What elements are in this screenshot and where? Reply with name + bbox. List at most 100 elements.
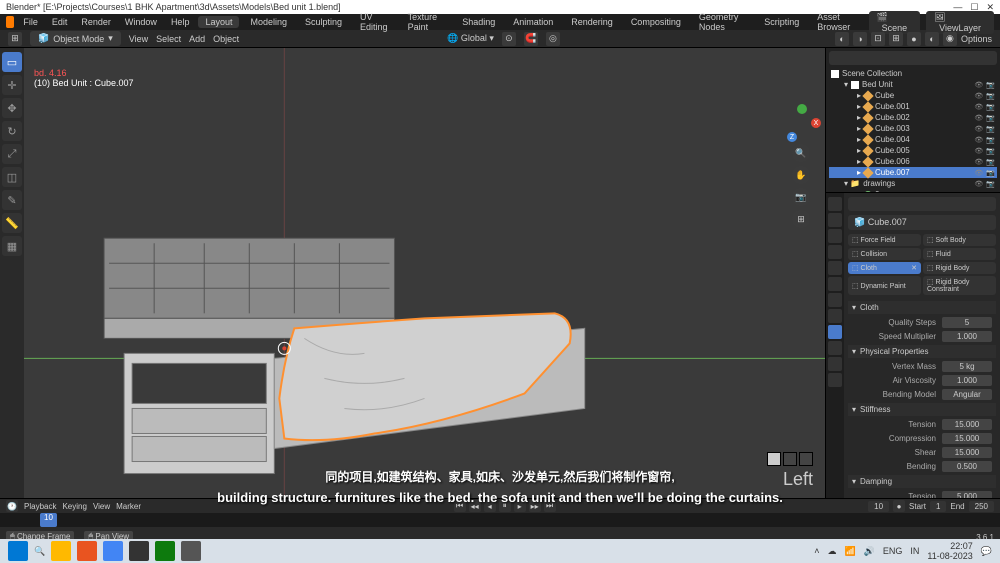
tree-item-Cube.001[interactable]: ▸ Cube.001👁📷 [829,101,997,112]
render-icon[interactable]: 📷 [986,136,995,144]
bend-model-dropdown[interactable]: Angular [942,389,992,400]
menu-render[interactable]: Render [76,16,116,28]
shading-wireframe-icon[interactable]: ⊞ [889,32,903,46]
tab-scene[interactable] [828,245,842,259]
render-icon[interactable]: 📷 [986,180,995,188]
tool-transform[interactable]: ◫ [2,167,22,187]
panel-physical[interactable]: ▾ Physical Properties [848,345,996,358]
tab-particles[interactable] [828,309,842,323]
timeline-ruler[interactable]: 10 [0,513,1000,527]
menu-edit[interactable]: Edit [47,16,73,28]
compression-input[interactable]: 15.000 [942,433,992,444]
vis-icon[interactable]: 👁 [974,147,983,155]
vis-icon[interactable]: 👁 [974,114,983,122]
tool-scale[interactable]: ⤢ [2,144,22,164]
vis-icon[interactable]: 👁 [974,158,983,166]
workspace-animation[interactable]: Animation [506,16,560,28]
workspace-modeling[interactable]: Modeling [243,16,294,28]
marker-menu[interactable]: Marker [116,502,141,511]
physics-cloth-button[interactable]: ⬚ Cloth✕ [848,262,921,274]
tab-output[interactable] [828,213,842,227]
object-menu[interactable]: Object [213,34,239,44]
workspace-assetbrowser[interactable]: Asset Browser [810,11,864,33]
start-frame-input[interactable]: 1 [930,501,946,512]
physics-force-field-button[interactable]: ⬚ Force Field [848,234,921,246]
tree-drawings[interactable]: ▾ 📁 drawings 👁📷 [829,178,997,189]
props-object-name[interactable]: 🧊 Cube.007 [848,215,996,230]
tool-measure[interactable]: 📏 [2,213,22,233]
vis-icon[interactable]: 👁 [974,169,983,177]
shading-matprev-icon[interactable]: ◐ [925,32,939,46]
tension-input[interactable]: 15.000 [942,419,992,430]
tray-wifi-icon[interactable]: 📶 [844,546,855,557]
editor-type-icon[interactable]: ⊞ [8,32,22,46]
taskbar-app[interactable] [155,541,175,561]
physics-fluid-button[interactable]: ⬚ Fluid [923,248,996,260]
timeline-editor-icon[interactable]: 🕐 [6,500,18,512]
tab-material[interactable] [828,373,842,387]
tray-volume-icon[interactable]: 🔊 [864,546,875,557]
tree-item-Cube.007[interactable]: ▸ Cube.007👁📷 [829,167,997,178]
viewlayer-dropdown[interactable]: 🖼 ViewLayer [926,11,994,34]
camera-icon[interactable]: 📷 [792,188,810,206]
tree-item-Cube[interactable]: ▸ Cube👁📷 [829,90,997,101]
add-menu[interactable]: Add [189,34,205,44]
3d-viewport[interactable]: bd. 4.16 (10) Bed Unit : Cube.007 X Z 🔍 … [24,48,825,498]
tool-rotate[interactable]: ↻ [2,121,22,141]
overlay-toggle-icon[interactable]: ◑ [853,32,867,46]
tray-time[interactable]: 22:07 [927,541,972,551]
outliner-search[interactable] [829,51,997,65]
tab-physics[interactable] [828,325,842,339]
tree-item-Cube.004[interactable]: ▸ Cube.004👁📷 [829,134,997,145]
physics-rigid-body-button[interactable]: ⬚ Rigid Body [923,262,996,274]
perspective-icon[interactable]: ⊞ [792,210,810,228]
playhead[interactable]: 10 [40,513,57,527]
view-menu-tl[interactable]: View [93,502,110,511]
workspace-scripting[interactable]: Scripting [757,16,806,28]
vis-icon[interactable]: 👁 [974,136,983,144]
tree-item-Cube.003[interactable]: ▸ Cube.003👁📷 [829,123,997,134]
shading-solid-icon[interactable]: ● [907,32,921,46]
tab-modifiers[interactable] [828,293,842,307]
tab-object[interactable] [828,277,842,291]
tool-select[interactable]: ▭ [2,52,22,72]
vis-icon[interactable]: 👁 [974,103,983,111]
proportional-icon[interactable]: ◎ [546,32,560,46]
axis-x-icon[interactable]: X [811,118,821,128]
vis-icon[interactable]: 👁 [974,92,983,100]
render-icon[interactable]: 📷 [986,103,995,111]
tree-item-Cube.005[interactable]: ▸ Cube.005👁📷 [829,145,997,156]
speed-mult-input[interactable]: 1.000 [942,331,992,342]
zoom-icon[interactable]: 🔍 [792,144,810,162]
start-button[interactable] [8,541,28,561]
search-icon[interactable]: 🔍 [34,546,45,557]
physics-collision-button[interactable]: ⬚ Collision [848,248,921,260]
vis-icon[interactable]: 👁 [974,180,983,188]
taskbar-app[interactable] [129,541,149,561]
blender-logo-icon[interactable] [6,16,14,28]
d-tension-input[interactable]: 5.000 [942,491,992,498]
physics-rigid-body-constraint-button[interactable]: ⬚ Rigid Body Constraint [923,276,996,295]
render-icon[interactable]: 📷 [986,158,995,166]
tray-cloud-icon[interactable]: ☁ [827,546,836,557]
workspace-rendering[interactable]: Rendering [564,16,620,28]
playback-menu[interactable]: Playback [24,502,56,511]
shading-rendered-icon[interactable]: ◉ [943,32,957,46]
remove-icon[interactable]: ✕ [911,264,917,272]
tool-move[interactable]: ✥ [2,98,22,118]
tray-lang[interactable]: ENG [883,546,903,556]
workspace-sculpting[interactable]: Sculpting [298,16,349,28]
scene-dropdown[interactable]: 🎬 Scene [869,11,921,34]
view-menu[interactable]: View [129,34,148,44]
air-visc-input[interactable]: 1.000 [942,375,992,386]
autokey-icon[interactable]: ● [893,500,905,512]
props-search[interactable] [848,197,996,211]
render-icon[interactable]: 📷 [986,92,995,100]
render-icon[interactable]: 📷 [986,114,995,122]
tab-viewlayer[interactable] [828,229,842,243]
menu-help[interactable]: Help [166,16,195,28]
orientation-dropdown[interactable]: 🌐 Global ▾ [447,33,494,44]
tab-world[interactable] [828,261,842,275]
menu-window[interactable]: Window [120,16,162,28]
render-icon[interactable]: 📷 [986,81,995,89]
